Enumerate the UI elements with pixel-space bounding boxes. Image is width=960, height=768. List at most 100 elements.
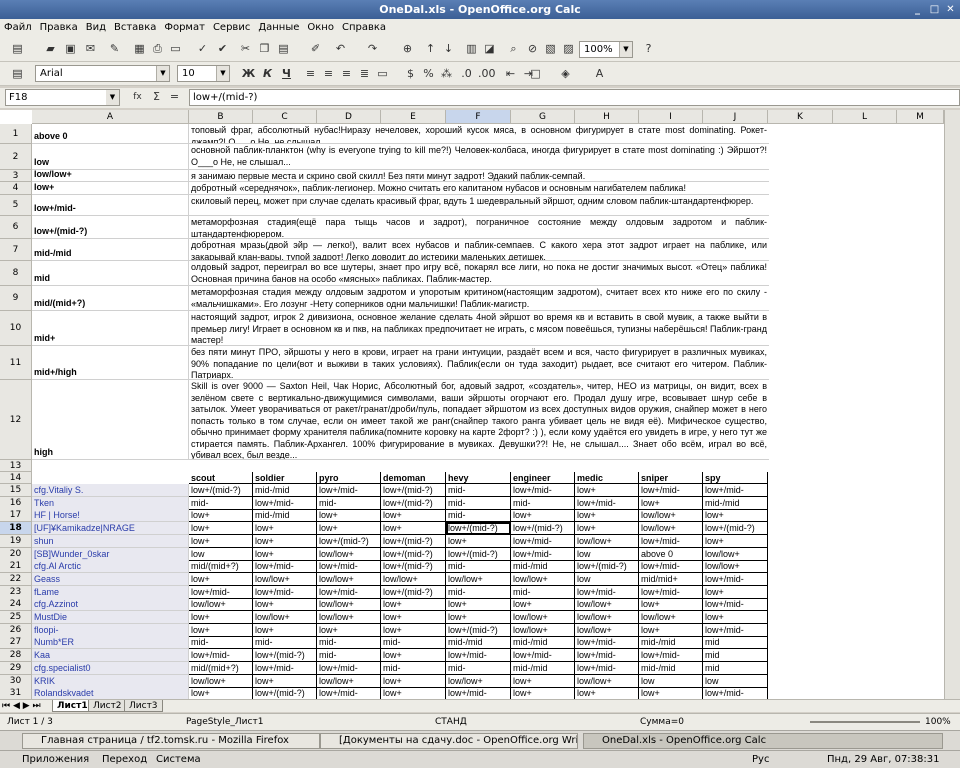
rating-cell[interactable]: low+/mid- bbox=[253, 585, 317, 599]
rating-cell[interactable]: low bbox=[703, 674, 768, 688]
rating-cell[interactable]: low+ bbox=[446, 598, 511, 612]
rating-cell[interactable]: low/low+ bbox=[511, 623, 575, 637]
rating-cell[interactable]: low+/mid- bbox=[511, 649, 575, 663]
rating-cell[interactable]: mid- bbox=[446, 585, 511, 599]
col-header[interactable]: C bbox=[253, 110, 317, 124]
rating-cell[interactable]: low+/mid- bbox=[575, 636, 639, 650]
navigator-icon[interactable]: ⊘ bbox=[525, 42, 540, 56]
rating-cell[interactable]: low+ bbox=[253, 623, 317, 637]
draw-icon[interactable]: ◪ bbox=[482, 42, 497, 56]
apps-menu[interactable]: Приложения bbox=[22, 751, 89, 768]
paste-icon[interactable]: ▤ bbox=[276, 42, 291, 56]
row-header[interactable]: 1 bbox=[0, 124, 32, 144]
row-header[interactable]: 12 bbox=[0, 380, 32, 460]
rating-cell[interactable]: low+ bbox=[189, 534, 253, 548]
rating-cell[interactable]: low+ bbox=[703, 534, 768, 548]
rating-cell[interactable]: low+/mid- bbox=[317, 585, 381, 599]
rating-cell[interactable]: mid bbox=[703, 649, 768, 663]
col-header[interactable]: H bbox=[575, 110, 639, 124]
spellcheck-icon[interactable]: ✓ bbox=[195, 42, 210, 56]
rating-cell[interactable]: low+ bbox=[575, 484, 639, 497]
rating-cell[interactable]: low+/mid- bbox=[639, 484, 703, 497]
rating-cell[interactable]: low+ bbox=[575, 522, 639, 536]
rating-cell[interactable]: mid- bbox=[381, 636, 446, 650]
add-decimal-icon[interactable]: .0 bbox=[459, 67, 474, 81]
rating-cell[interactable]: low+/(mid-?) bbox=[703, 522, 768, 536]
row-header[interactable]: 5 bbox=[0, 195, 32, 216]
rating-cell[interactable]: low/low+ bbox=[703, 560, 768, 574]
level-label[interactable]: mid+/high bbox=[32, 346, 189, 380]
player-name[interactable]: HF | Horse! bbox=[32, 509, 189, 523]
level-description[interactable]: добротный «середнячок», паблик-легионер.… bbox=[189, 182, 769, 195]
row-header[interactable]: 11 bbox=[0, 346, 32, 380]
align-center-icon[interactable]: ≡ bbox=[321, 67, 336, 81]
rating-cell[interactable]: low+ bbox=[639, 598, 703, 612]
rating-cell[interactable]: mid/mid+ bbox=[639, 572, 703, 586]
player-name[interactable]: cfg.Al Arctic bbox=[32, 560, 189, 574]
autospell-icon[interactable]: ✔ bbox=[215, 42, 230, 56]
rating-cell[interactable]: mid-/mid bbox=[511, 636, 575, 650]
rating-cell[interactable]: low/low+ bbox=[189, 674, 253, 688]
row-header[interactable]: 3 bbox=[0, 170, 32, 182]
rating-cell[interactable]: low+/mid- bbox=[253, 661, 317, 675]
rating-cell[interactable]: low/low+ bbox=[575, 611, 639, 624]
rating-cell[interactable]: low/low+ bbox=[511, 611, 575, 624]
rating-cell[interactable]: mid bbox=[703, 661, 768, 675]
zoom-slider[interactable] bbox=[810, 721, 920, 723]
row-header[interactable]: 9 bbox=[0, 286, 32, 311]
level-description[interactable]: скиловый перец, может при случае сделать… bbox=[189, 195, 769, 216]
format-paint-icon[interactable]: ✐ bbox=[308, 42, 323, 56]
player-name[interactable]: fLame bbox=[32, 585, 189, 599]
rating-cell[interactable]: low+/(mid-?) bbox=[446, 547, 511, 561]
class-header[interactable]: sniper bbox=[639, 472, 703, 484]
level-description[interactable]: топовый фраг, абсолютный нубас!Ниразу не… bbox=[189, 124, 769, 144]
rating-cell[interactable]: low+/mid- bbox=[703, 598, 768, 612]
formula-input[interactable]: low+/(mid-?) bbox=[189, 89, 960, 106]
rating-cell[interactable]: low+ bbox=[511, 598, 575, 612]
class-header[interactable]: hevy bbox=[446, 472, 511, 484]
tab-3[interactable]: Лист3 bbox=[124, 700, 163, 712]
player-name[interactable]: KRIK bbox=[32, 674, 189, 688]
open-icon[interactable]: ▰ bbox=[43, 42, 58, 56]
rating-cell[interactable]: mid/(mid+?) bbox=[189, 560, 253, 574]
rating-cell[interactable]: low+/mid- bbox=[511, 547, 575, 561]
rating-cell[interactable]: low+/(mid-?) bbox=[381, 484, 446, 497]
rating-cell[interactable]: low/low+ bbox=[703, 547, 768, 561]
rating-cell[interactable]: low/low+ bbox=[317, 674, 381, 688]
level-label[interactable]: mid bbox=[32, 261, 189, 286]
rating-cell[interactable]: mid-/mid bbox=[703, 496, 768, 510]
row-header[interactable]: 17 bbox=[0, 509, 32, 523]
keyboard-layout[interactable]: Рус bbox=[752, 751, 769, 768]
rating-cell[interactable]: low+/(mid-?) bbox=[381, 547, 446, 561]
rating-cell[interactable]: low+/mid- bbox=[317, 484, 381, 497]
rating-cell[interactable]: low+/mid- bbox=[511, 484, 575, 497]
places-menu[interactable]: Переход bbox=[102, 751, 147, 768]
close-icon[interactable]: ✕ bbox=[944, 3, 957, 16]
row-header[interactable]: 19 bbox=[0, 534, 32, 548]
currency-icon[interactable]: $ bbox=[403, 67, 418, 81]
taskbar-button[interactable]: [Документы на сдачу.doc - OpenOffice.org… bbox=[320, 733, 578, 749]
level-description[interactable]: без пяти минут ПРО, эйршоты у него в кро… bbox=[189, 346, 769, 380]
level-description[interactable]: я занимаю первые места и скрино свой ски… bbox=[189, 170, 769, 182]
player-name[interactable]: Kaa bbox=[32, 649, 189, 663]
save-icon[interactable]: ▣ bbox=[63, 42, 78, 56]
rating-cell[interactable]: low+/mid- bbox=[446, 649, 511, 663]
level-description[interactable]: Skill is over 9000 — Saxton Heil, Чак Но… bbox=[189, 380, 769, 460]
tab-2[interactable]: Лист2 bbox=[88, 700, 127, 712]
font-size-combo[interactable]: 10 ▼ bbox=[177, 65, 230, 82]
rating-cell[interactable]: low+ bbox=[253, 674, 317, 688]
rating-cell[interactable]: low/low+ bbox=[253, 572, 317, 586]
spreadsheet-grid[interactable]: A B C D E F G H I J K L M 1 2 3 4 5 6 7 8 9 10 11 12 13 14 above 0т… bbox=[0, 110, 960, 711]
rating-cell[interactable]: mid- bbox=[317, 649, 381, 663]
rating-cell[interactable]: low+ bbox=[381, 598, 446, 612]
row-header[interactable]: 23 bbox=[0, 585, 32, 599]
player-name[interactable]: [SB]Wunder_0skar bbox=[32, 547, 189, 561]
rating-cell[interactable]: low/low+ bbox=[317, 572, 381, 586]
rating-cell[interactable]: low/low+ bbox=[575, 674, 639, 688]
rating-cell[interactable]: low+/(mid-?) bbox=[317, 534, 381, 548]
rating-cell[interactable]: low+/mid- bbox=[511, 534, 575, 548]
rating-cell[interactable]: low+ bbox=[381, 623, 446, 637]
row-header[interactable]: 24 bbox=[0, 598, 32, 612]
hyperlink-icon[interactable]: ⊕ bbox=[400, 42, 415, 56]
system-menu[interactable]: Система bbox=[156, 751, 201, 768]
